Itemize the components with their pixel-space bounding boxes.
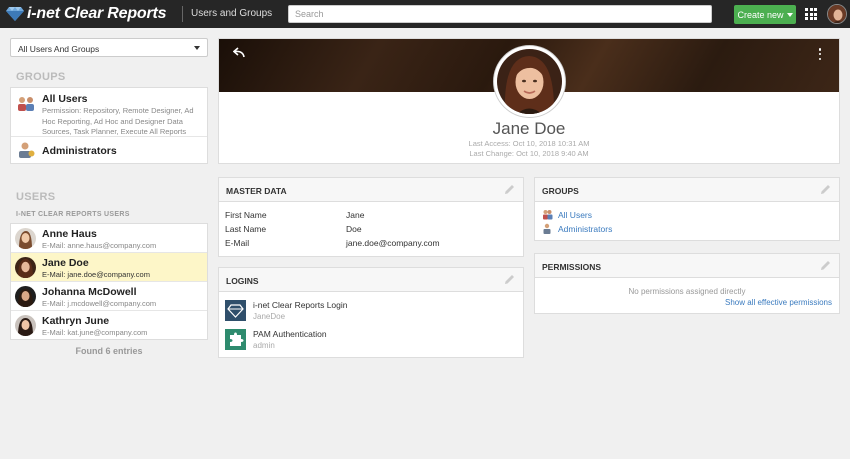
last-change: Last Change: Oct 10, 2018 9:40 AM <box>469 149 589 158</box>
login-item-clear-reports[interactable]: i-net Clear Reports Login JaneDoe <box>225 300 505 324</box>
more-options-icon[interactable] <box>818 48 822 60</box>
groups-card-title: GROUPS <box>542 186 579 196</box>
edit-pencil-icon[interactable] <box>504 184 515 195</box>
users-group-icon <box>18 97 34 111</box>
user-name: Johanna McDowell <box>42 286 137 298</box>
user-name: Kathryn June <box>42 315 110 327</box>
groups-list: All Users Permission: Repository, Remote… <box>10 87 208 164</box>
caret-down-icon <box>786 12 793 17</box>
groups-heading: GROUPS <box>16 71 66 83</box>
create-new-button[interactable]: Create new <box>734 5 796 24</box>
first-name-label: First Name <box>225 210 267 220</box>
users-group-icon <box>543 210 553 220</box>
chevron-down-icon <box>194 46 200 50</box>
group-description: Permission: Repository, Remote Designer,… <box>42 106 194 136</box>
email-value: jane.doe@company.com <box>346 238 440 248</box>
back-arrow-icon[interactable] <box>233 47 246 58</box>
user-name: Jane Doe <box>42 257 89 269</box>
login-username: JaneDoe <box>253 312 286 321</box>
users-list: Anne Haus E-Mail: anne.haus@company.com … <box>10 223 208 340</box>
user-item-johanna-mcdowell[interactable]: Johanna McDowell E-Mail: j.mcdowell@comp… <box>11 282 207 311</box>
permissions-card: PERMISSIONS No permissions assigned dire… <box>534 253 840 314</box>
header-divider <box>182 6 183 22</box>
group-item-all-users[interactable]: All Users Permission: Repository, Remote… <box>11 88 207 137</box>
filter-dropdown[interactable]: All Users And Groups <box>10 38 208 57</box>
login-name: PAM Authentication <box>253 329 327 339</box>
login-username: admin <box>253 341 275 350</box>
puzzle-plugin-icon <box>225 329 246 350</box>
user-avatar-icon[interactable] <box>827 4 847 24</box>
logins-header: LOGINS <box>219 268 523 292</box>
last-name-label: Last Name <box>225 224 267 234</box>
logins-card: LOGINS i-net Clear Reports Login JaneDoe… <box>218 267 524 358</box>
permissions-header: PERMISSIONS <box>535 254 839 278</box>
create-new-label: Create new <box>737 9 784 20</box>
avatar <box>15 257 36 278</box>
user-email: E-Mail: j.mcdowell@company.com <box>42 299 157 308</box>
no-permissions-text: No permissions assigned directly <box>628 287 746 296</box>
edit-pencil-icon[interactable] <box>504 274 515 285</box>
top-bar: i-net Clear Reports Users and Groups Cre… <box>0 0 850 28</box>
master-data-card: MASTER DATA First Name Jane Last Name Do… <box>218 177 524 257</box>
avatar <box>15 228 36 249</box>
profile-avatar <box>494 46 565 117</box>
login-name: i-net Clear Reports Login <box>253 300 348 310</box>
show-all-permissions-link[interactable]: Show all effective permissions <box>725 298 832 307</box>
user-item-jane-doe[interactable]: Jane Doe E-Mail: jane.doe@company.com <box>11 253 207 282</box>
groups-card: GROUPS All Users Administrators <box>534 177 840 241</box>
section-title: Users and Groups <box>191 8 273 19</box>
filter-dropdown-value: All Users And Groups <box>18 44 100 54</box>
login-item-pam[interactable]: PAM Authentication admin <box>225 329 505 353</box>
found-entries-count: Found 6 entries <box>75 346 143 356</box>
last-access: Last Access: Oct 10, 2018 10:31 AM <box>468 139 590 148</box>
master-data-header: MASTER DATA <box>219 178 523 202</box>
user-name: Anne Haus <box>42 228 97 240</box>
group-link: All Users <box>558 210 593 220</box>
admin-user-icon <box>19 142 35 158</box>
group-link: Administrators <box>558 224 613 234</box>
permissions-title: PERMISSIONS <box>542 262 602 272</box>
user-item-anne-haus[interactable]: Anne Haus E-Mail: anne.haus@company.com <box>11 224 207 253</box>
user-email: E-Mail: anne.haus@company.com <box>42 241 157 250</box>
user-email: E-Mail: kat.june@company.com <box>42 328 148 337</box>
groups-card-header: GROUPS <box>535 178 839 202</box>
diamond-login-icon <box>225 300 246 321</box>
group-name: All Users <box>42 93 88 105</box>
avatar <box>15 315 36 336</box>
users-heading: USERS <box>16 191 56 203</box>
master-data-title: MASTER DATA <box>226 186 287 196</box>
user-item-kathryn-june[interactable]: Kathryn June E-Mail: kat.june@company.co… <box>11 311 207 340</box>
admin-user-icon <box>543 223 551 234</box>
edit-pencil-icon[interactable] <box>820 260 831 271</box>
apps-grid-icon[interactable] <box>805 8 817 20</box>
profile-card: Jane Doe Last Access: Oct 10, 2018 10:31… <box>218 38 840 164</box>
email-label: E-Mail <box>225 238 250 248</box>
group-name: Administrators <box>42 145 117 157</box>
gem-logo-icon[interactable] <box>6 6 24 22</box>
edit-pencil-icon[interactable] <box>820 184 831 195</box>
group-item-administrators[interactable]: Administrators <box>11 137 207 163</box>
last-name-value: Doe <box>346 224 362 234</box>
profile-name: Jane Doe <box>492 119 566 138</box>
app-title[interactable]: i-net Clear Reports <box>27 5 167 23</box>
first-name-value: Jane <box>346 210 365 220</box>
search-input[interactable] <box>288 5 712 23</box>
users-subheading: I-NET CLEAR REPORTS USERS <box>16 211 130 218</box>
user-email: E-Mail: jane.doe@company.com <box>42 270 150 279</box>
avatar <box>15 286 36 307</box>
logins-title: LOGINS <box>226 276 259 286</box>
